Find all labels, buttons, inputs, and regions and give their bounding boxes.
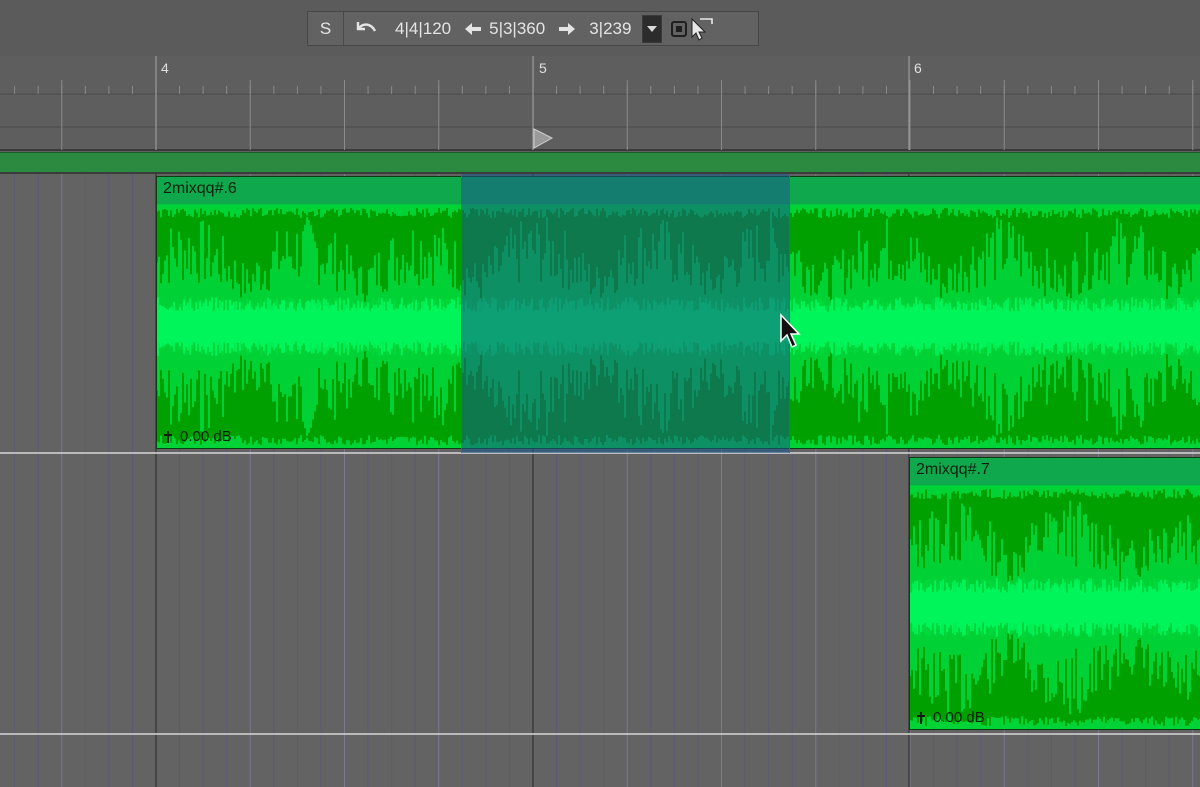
- region-name: 2mixqq#.6: [163, 180, 237, 197]
- pointer-tool-icon[interactable]: [670, 17, 714, 41]
- time-selection[interactable]: [461, 174, 790, 453]
- snap-button[interactable]: S: [308, 12, 344, 45]
- edit-toolbar: S 4|4|120 5|3|360 3|239: [307, 11, 759, 46]
- gain-handle-icon[interactable]: [915, 711, 927, 725]
- gain-value: 0.00 dB: [180, 428, 232, 445]
- audio-region[interactable]: 2mixqq#.7 0.00 dB: [909, 457, 1200, 730]
- chevron-down-icon[interactable]: [642, 14, 663, 43]
- bar-number-5: 5: [539, 60, 547, 76]
- mouse-cursor-icon: [780, 313, 801, 349]
- gain-value: 0.00 dB: [933, 709, 985, 726]
- gain-handle-icon[interactable]: [162, 430, 174, 444]
- arrow-right-icon[interactable]: [557, 21, 577, 37]
- region-name: 2mixqq#.7: [916, 461, 990, 478]
- ruler-ticks: [0, 56, 1200, 151]
- length-field[interactable]: 3|239: [589, 19, 631, 39]
- marker-lane[interactable]: [0, 152, 1200, 174]
- region-header[interactable]: 2mixqq#.7: [910, 458, 1200, 486]
- arrow-left-icon[interactable]: [463, 21, 483, 37]
- bar-number-4: 4: [161, 60, 169, 76]
- region-gain: 0.00 dB: [915, 709, 985, 726]
- end-position-field[interactable]: 5|3|360: [489, 19, 545, 39]
- region-gain: 0.00 dB: [162, 428, 232, 445]
- timeline-ruler[interactable]: [0, 56, 1200, 151]
- bar-number-6: 6: [914, 60, 922, 76]
- start-position-field[interactable]: 4|4|120: [395, 19, 451, 39]
- waveform: [910, 485, 1200, 729]
- undo-icon[interactable]: [353, 19, 379, 39]
